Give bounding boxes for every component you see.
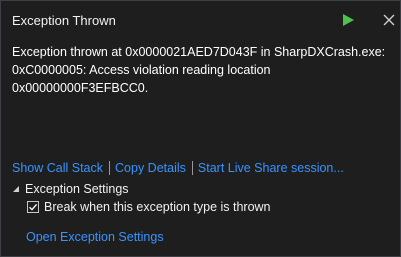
break-when-thrown-label: Break when this exception type is thrown — [44, 200, 271, 214]
exception-message: Exception thrown at 0x0000021AED7D043F i… — [12, 43, 396, 97]
start-live-share-link[interactable]: Start Live Share session... — [198, 161, 344, 175]
close-button[interactable] — [381, 12, 397, 28]
checkmark-icon — [29, 203, 38, 211]
continue-button[interactable] — [340, 12, 356, 28]
link-separator — [109, 161, 111, 175]
exception-message-line-2: 0xC0000005: Access violation reading loc… — [12, 63, 271, 95]
show-call-stack-link[interactable]: Show Call Stack — [12, 161, 103, 175]
action-links: Show Call Stack Copy Details Start Live … — [12, 160, 344, 176]
close-icon — [383, 14, 395, 26]
exception-settings-expander[interactable]: Exception Settings — [13, 181, 129, 197]
title-bar: Exception Thrown — [1, 1, 400, 39]
exception-dialog: Exception Thrown Exception thrown at 0x0… — [0, 0, 401, 257]
copy-details-link[interactable]: Copy Details — [115, 161, 186, 175]
triangle-expanded-icon — [13, 186, 19, 192]
exception-settings-header: Exception Settings — [25, 182, 129, 196]
dialog-title: Exception Thrown — [12, 13, 116, 28]
exception-message-line-1: Exception thrown at 0x0000021AED7D043F i… — [12, 45, 386, 59]
break-when-thrown-option: Break when this exception type is thrown — [27, 199, 271, 215]
break-when-thrown-checkbox[interactable] — [27, 201, 39, 213]
open-exception-settings-link[interactable]: Open Exception Settings — [26, 230, 164, 244]
play-icon — [343, 14, 354, 26]
link-separator — [191, 161, 193, 175]
